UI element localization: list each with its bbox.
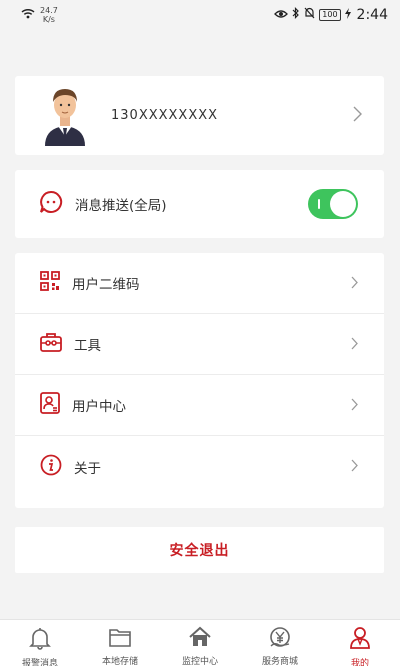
push-label: 消息推送(全局) — [75, 198, 167, 214]
tab-label: 报警消息 — [21, 659, 58, 666]
bluetooth-icon — [292, 7, 300, 23]
network-speed: 24.7 K/s — [40, 6, 58, 24]
tab-monitor-center[interactable]: 监控中心 — [160, 620, 240, 666]
tab-label: 服务商城 — [261, 657, 298, 666]
shop-icon — [268, 626, 292, 652]
home-icon — [188, 626, 212, 652]
qrcode-icon — [40, 271, 60, 295]
tab-label: 我的 — [350, 659, 369, 666]
menu-item-label: 工具 — [74, 338, 101, 354]
user-card-icon — [40, 392, 60, 418]
chevron-right-icon — [353, 106, 362, 126]
clock: 2:44 — [356, 7, 388, 23]
toolbox-icon — [40, 332, 62, 356]
menu-item-user-center[interactable]: 用户中心 — [15, 375, 384, 436]
wifi-icon — [21, 8, 35, 23]
account-number: 130XXXXXXXX — [111, 108, 219, 123]
logout-button[interactable]: 安全退出 — [15, 527, 384, 573]
folder-icon — [108, 626, 132, 652]
chevron-right-icon — [351, 457, 358, 476]
tab-alarm-messages[interactable]: 报警消息 — [0, 620, 80, 666]
info-icon — [40, 454, 62, 480]
menu-item-qrcode[interactable]: 用户二维码 — [15, 253, 384, 314]
profile-card[interactable]: 130XXXXXXXX — [15, 76, 384, 155]
menu-item-tools[interactable]: 工具 — [15, 314, 384, 375]
toggle-knob — [330, 191, 356, 217]
tab-label: 本地存储 — [101, 657, 138, 666]
eye-icon — [274, 8, 289, 23]
menu-card: 用户二维码 工具 用户中心 关于 — [15, 253, 384, 508]
battery-indicator: 100 — [319, 9, 341, 21]
bell-icon — [29, 626, 51, 654]
chevron-right-icon — [351, 274, 358, 293]
tab-label: 监控中心 — [181, 657, 218, 666]
tab-local-storage[interactable]: 本地存储 — [80, 620, 160, 666]
toggle-on-mark — [318, 199, 320, 209]
menu-item-label: 关于 — [74, 460, 101, 477]
mute-bell-icon — [304, 7, 315, 23]
menu-item-about[interactable]: 关于 — [15, 436, 384, 497]
bottom-tab-bar: 报警消息 本地存储 监控中心 服务商城 我的 — [0, 619, 400, 666]
charging-icon — [344, 7, 351, 23]
chevron-right-icon — [351, 335, 358, 354]
user-icon — [349, 626, 371, 654]
push-toggle[interactable] — [308, 189, 358, 219]
chevron-right-icon — [351, 396, 358, 415]
menu-item-label: 用户中心 — [72, 399, 126, 415]
menu-item-label: 用户二维码 — [72, 277, 140, 293]
push-setting-card: 消息推送(全局) — [15, 170, 384, 238]
tab-mine[interactable]: 我的 — [320, 620, 400, 666]
status-bar: 24.7 K/s 100 2:44 — [0, 0, 400, 30]
avatar — [43, 84, 87, 146]
message-icon — [39, 190, 63, 218]
tab-service-mall[interactable]: 服务商城 — [240, 620, 320, 666]
